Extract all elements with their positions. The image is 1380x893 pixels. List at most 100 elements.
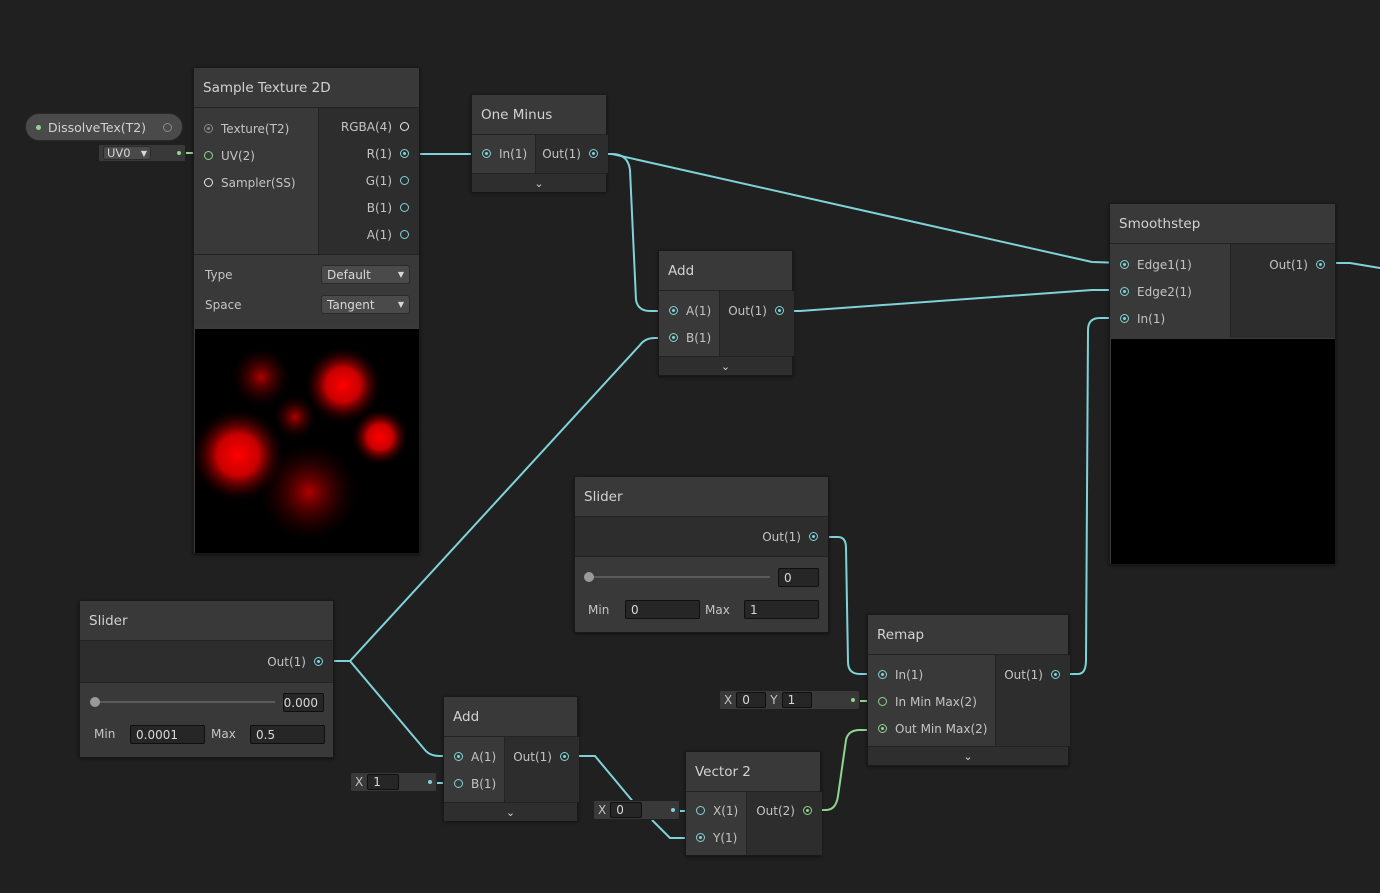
slider-value-field[interactable]: 0.000 — [283, 693, 324, 712]
port-b[interactable]: B(1) — [659, 324, 719, 351]
port-out[interactable]: Out(2) — [747, 797, 822, 824]
node-smoothstep[interactable]: Smoothstep Edge1(1) Edge2(1) In(1) Out(1… — [1109, 203, 1336, 565]
port-a[interactable]: A(1) — [659, 297, 719, 324]
shader-graph-canvas[interactable]: DissolveTex(T2) UV0 ▼ Sample Texture 2D … — [0, 0, 1380, 893]
port-label: Y(1) — [713, 830, 738, 845]
port-label: In(1) — [895, 667, 924, 682]
node-add-top[interactable]: Add A(1) B(1) Out(1) ⌄ — [658, 250, 794, 376]
port-label: Out(1) — [1269, 257, 1308, 272]
expand-chevron-icon[interactable]: ⌄ — [444, 802, 577, 821]
uv-channel-dropdown[interactable]: UV0 ▼ — [98, 144, 186, 162]
port-in[interactable]: In(1) — [868, 661, 995, 688]
port-label: Out(1) — [762, 529, 801, 544]
port-dot-icon — [809, 532, 818, 541]
expand-chevron-icon[interactable]: ⌄ — [659, 356, 792, 375]
port-out[interactable]: Out(1) — [1231, 251, 1335, 278]
port-label: Out(1) — [1004, 667, 1043, 682]
x-label: X — [598, 803, 607, 817]
port-dot-icon — [454, 779, 463, 788]
slider-thumb[interactable] — [584, 572, 594, 582]
uv-dropdown-button[interactable]: UV0 ▼ — [103, 146, 151, 160]
remap-in-min-max-field[interactable]: X 0 Y 1 — [719, 690, 860, 710]
port-dot-icon — [428, 780, 432, 784]
port-label: A(1) — [366, 227, 392, 242]
property-port-icon[interactable] — [163, 122, 172, 132]
expand-chevron-icon[interactable]: ⌄ — [472, 173, 606, 192]
port-dot-icon — [314, 657, 323, 666]
node-sample-texture-2d[interactable]: Sample Texture 2D Texture(T2) UV(2) Samp… — [193, 67, 420, 554]
node-title: Slider — [80, 601, 333, 641]
port-dot-icon — [204, 178, 213, 187]
property-node-dissolvetex[interactable]: DissolveTex(T2) — [25, 113, 183, 141]
port-dot-icon — [696, 833, 705, 842]
node-title: Remap — [868, 615, 1068, 655]
port-out[interactable]: Out(1) — [575, 523, 828, 550]
port-a[interactable]: A(1) — [444, 743, 504, 770]
port-g[interactable]: G(1) — [319, 167, 419, 194]
port-r[interactable]: R(1) — [319, 140, 419, 167]
port-dot-icon — [560, 752, 569, 761]
port-out[interactable]: Out(1) — [720, 297, 794, 324]
space-dropdown[interactable]: Tangent ▼ — [321, 295, 410, 314]
node-remap[interactable]: Remap In(1) In Min Max(2) Out Min Max(2)… — [867, 614, 1070, 766]
port-out[interactable]: Out(1) — [505, 743, 579, 770]
slider-track[interactable] — [94, 701, 275, 703]
min-field[interactable]: 0.0001 — [130, 725, 205, 744]
x-field[interactable]: 0 — [610, 802, 643, 818]
slider-controls: 0 Min 0 Max 1 — [575, 556, 828, 631]
port-texture[interactable]: Texture(T2) — [194, 115, 318, 142]
vector2-x-default-field[interactable]: X 0 — [593, 800, 680, 820]
port-dot-icon — [482, 149, 491, 158]
port-dot-icon — [400, 122, 409, 131]
port-dot-icon — [878, 670, 887, 679]
max-field[interactable]: 1 — [744, 600, 819, 619]
port-dot-icon — [671, 808, 675, 812]
port-out[interactable]: Out(1) — [80, 648, 333, 675]
port-sampler[interactable]: Sampler(SS) — [194, 169, 318, 196]
port-label: Sampler(SS) — [221, 175, 296, 190]
port-edge2[interactable]: Edge2(1) — [1110, 278, 1230, 305]
port-in-min-max[interactable]: In Min Max(2) — [868, 688, 995, 715]
y-field[interactable]: 1 — [781, 692, 812, 708]
slider-thumb[interactable] — [90, 697, 100, 707]
port-x[interactable]: X(1) — [686, 797, 746, 824]
slider-value-field[interactable]: 0 — [778, 568, 819, 587]
port-dot-icon — [696, 806, 705, 815]
port-in[interactable]: In(1) — [1110, 305, 1230, 332]
port-b[interactable]: B(1) — [319, 194, 419, 221]
wire-add-to-edge2 — [779, 289, 1124, 312]
dissolve-texture-image — [195, 347, 408, 542]
port-y[interactable]: Y(1) — [686, 824, 746, 851]
node-slider-left[interactable]: Slider Out(1) 0.000 Min 0.0001 Max 0.5 — [79, 600, 334, 758]
max-field[interactable]: 0.5 — [250, 725, 325, 744]
slider-track[interactable] — [589, 576, 770, 578]
x-field[interactable]: 1 — [367, 774, 400, 790]
port-in[interactable]: In(1) — [472, 140, 535, 167]
port-uv[interactable]: UV(2) — [194, 142, 318, 169]
port-dot-icon — [400, 176, 409, 185]
add-b-default-field[interactable]: X 1 — [350, 772, 437, 792]
node-title: One Minus — [472, 95, 606, 135]
chevron-down-icon: ▼ — [397, 270, 404, 279]
x-field[interactable]: 0 — [736, 692, 767, 708]
port-label: Out(1) — [267, 654, 306, 669]
node-vector2[interactable]: Vector 2 X(1) Y(1) Out(2) — [685, 751, 822, 856]
type-label: Type — [205, 268, 233, 282]
x-label: X — [355, 775, 364, 789]
node-title: Sample Texture 2D — [194, 68, 419, 108]
port-rgba[interactable]: RGBA(4) — [319, 113, 419, 140]
port-dot-icon — [400, 203, 409, 212]
type-dropdown[interactable]: Default ▼ — [321, 265, 410, 284]
node-slider-mid[interactable]: Slider Out(1) 0 Min 0 Max 1 — [574, 476, 829, 633]
node-one-minus[interactable]: One Minus In(1) Out(1) ⌄ — [471, 94, 608, 192]
expand-chevron-icon[interactable]: ⌄ — [868, 746, 1068, 765]
min-field[interactable]: 0 — [625, 600, 700, 619]
node-add-bottom[interactable]: Add A(1) B(1) Out(1) ⌄ — [443, 696, 579, 821]
port-b[interactable]: B(1) — [444, 770, 504, 797]
port-out-min-max[interactable]: Out Min Max(2) — [868, 715, 995, 742]
wire-slider-to-add-bottom — [349, 660, 457, 757]
port-edge1[interactable]: Edge1(1) — [1110, 251, 1230, 278]
port-out[interactable]: Out(1) — [536, 140, 608, 167]
port-out[interactable]: Out(1) — [996, 661, 1070, 688]
port-a[interactable]: A(1) — [319, 221, 419, 248]
